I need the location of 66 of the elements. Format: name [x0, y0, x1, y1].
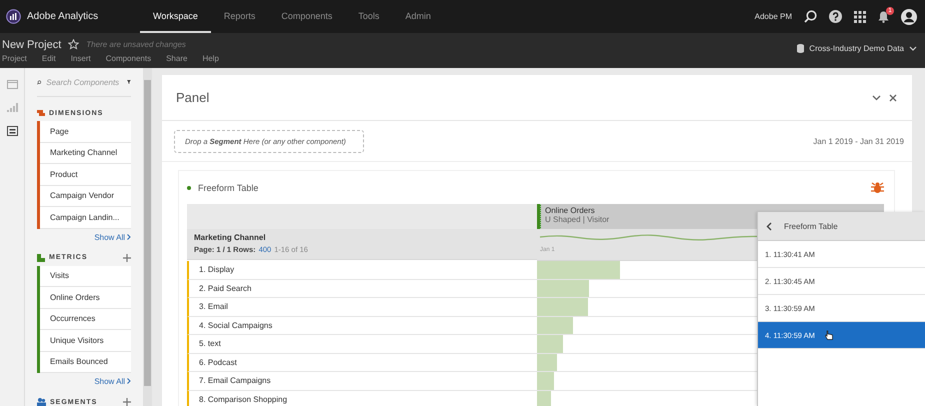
chevron-right-icon — [127, 378, 131, 384]
plus-icon[interactable] — [123, 398, 131, 406]
avatar-icon[interactable] — [901, 8, 917, 24]
bug-icon[interactable] — [871, 182, 884, 194]
row-label[interactable]: 1. Display — [187, 261, 537, 280]
scrollbar-thumb[interactable] — [144, 80, 151, 386]
project-title: New Project — [2, 38, 62, 50]
back-icon[interactable] — [766, 222, 772, 230]
org-name[interactable]: Adobe PM — [754, 12, 792, 21]
component-item[interactable]: Unique Visitors — [40, 330, 131, 352]
chevron-right-icon — [127, 234, 131, 240]
menu-item[interactable]: Insert — [70, 54, 91, 62]
component-item[interactable]: Emails Bounced — [40, 352, 131, 373]
status-dot — [187, 186, 191, 190]
search-icon[interactable] — [804, 10, 817, 23]
search-icon — [37, 78, 42, 86]
filter-icon[interactable] — [127, 78, 131, 86]
chevron-down-icon[interactable] — [872, 94, 881, 100]
dimension-name: Marketing Channel — [194, 233, 267, 242]
row-label[interactable]: 7. Email Campaigns — [187, 372, 537, 390]
attribution-model: U Shaped | Visitor — [545, 215, 610, 224]
app-name: Adobe Analytics — [27, 11, 98, 22]
date-range[interactable]: Jan 1 2019 - Jan 31 2019 — [813, 136, 904, 146]
component-item[interactable]: Product — [40, 164, 131, 186]
metric-name: Online Orders — [545, 206, 596, 215]
row-label[interactable]: 4. Social Campaigns — [187, 316, 537, 335]
hand-cursor-icon — [824, 330, 833, 340]
menu-item[interactable]: Project — [2, 54, 27, 62]
unsaved-status: There are unsaved changes — [86, 40, 186, 49]
row-label[interactable]: 3. Email — [187, 298, 537, 316]
component-item[interactable]: Campaign Landin... — [40, 207, 131, 228]
component-item[interactable]: Campaign Vendor — [40, 186, 131, 207]
table-title: Freeform Table — [198, 182, 260, 192]
star-icon[interactable] — [68, 39, 80, 50]
nav-tab[interactable]: Tools — [345, 0, 392, 33]
database-icon — [797, 44, 804, 53]
component-item[interactable]: Occurrences — [40, 308, 131, 330]
show-all-link[interactable]: Show All — [94, 232, 131, 242]
close-icon[interactable] — [889, 94, 897, 102]
report-suite-name[interactable]: Cross-Industry Demo Data — [809, 44, 904, 53]
search-field[interactable]: Search Components — [46, 78, 122, 86]
menu-item[interactable]: Components — [106, 54, 152, 62]
nav-tab[interactable]: Components — [268, 0, 346, 33]
panel-icon — [6, 80, 18, 89]
analytics-logo-icon — [6, 9, 21, 24]
nav-tab[interactable]: Admin — [392, 0, 444, 33]
plus-icon[interactable] — [123, 254, 131, 262]
show-all-link[interactable]: Show All — [94, 377, 131, 386]
menu-item[interactable]: Help — [202, 54, 219, 62]
component-item[interactable]: Online Orders — [40, 287, 131, 308]
apps-grid-icon[interactable] — [854, 10, 866, 22]
nav-tab[interactable]: Reports — [210, 0, 268, 33]
row-label[interactable]: 6. Podcast — [187, 354, 537, 372]
help-icon[interactable] — [829, 10, 842, 23]
row-label[interactable]: 5. text — [187, 335, 537, 354]
component-item[interactable]: Page — [40, 121, 131, 142]
menu-item[interactable]: Edit — [42, 54, 56, 62]
component-item[interactable]: Marketing Channel — [40, 142, 131, 164]
component-item[interactable]: Visits — [40, 266, 131, 287]
popover-title: Freeform Table — [784, 222, 838, 230]
bell-icon[interactable] — [878, 10, 889, 22]
panel-title: Panel — [176, 90, 210, 105]
row-label[interactable]: 2. Paid Search — [187, 280, 537, 298]
menu-item[interactable]: Share — [166, 54, 188, 62]
list-icon — [6, 126, 18, 136]
bar-chart-icon — [6, 103, 18, 112]
